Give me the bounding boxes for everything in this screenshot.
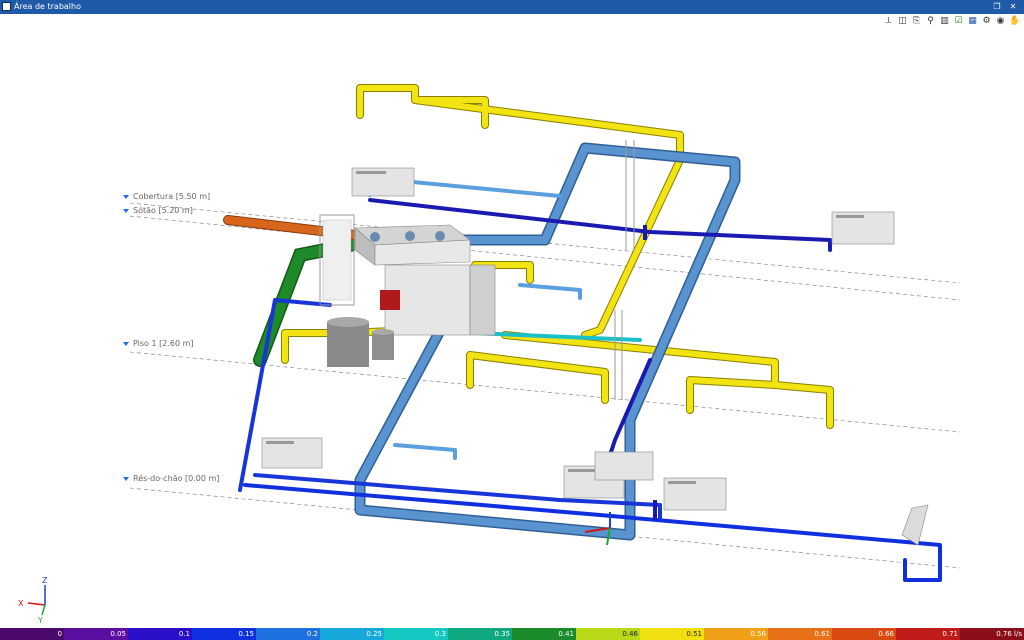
legend-stop: 0.46 — [576, 628, 640, 640]
legend-stop: 0.25 — [320, 628, 384, 640]
ac-unit[interactable] — [663, 477, 727, 511]
legend-stop: 0.51 — [640, 628, 704, 640]
axis-gizmo: Z X Y — [18, 576, 48, 625]
legend-stop: 0.56 — [704, 628, 768, 640]
table-icon[interactable]: ▦ — [967, 16, 978, 27]
legend-stop: 0.15 — [192, 628, 256, 640]
legend-stop: 0.66 — [832, 628, 896, 640]
layers-icon[interactable]: ⎘ — [911, 16, 922, 27]
app-icon — [2, 2, 11, 11]
heat-recovery-unit[interactable] — [354, 224, 471, 266]
level-label: Cobertura [5.50 m] — [133, 192, 210, 201]
level-lines — [129, 202, 961, 569]
level-label: Sótão [5.20 m] — [133, 205, 193, 215]
legend-stop: 0.71 — [896, 628, 960, 640]
axis-x-label: X — [18, 599, 24, 608]
settings-icon[interactable]: ⚙ — [981, 16, 992, 27]
ac-unit[interactable] — [351, 167, 415, 197]
ac-unit[interactable] — [594, 451, 654, 481]
level-marker-sotao: Sótão [5.20 m] — [123, 205, 193, 215]
model-viewport[interactable]: Cobertura [5.50 m] Sótão [5.20 m] Piso 1… — [0, 28, 1024, 628]
axis-z-label: Z — [42, 576, 48, 585]
level-marker-cobertura: Cobertura [5.50 m] — [123, 192, 210, 201]
legend-stop: 0.1 — [128, 628, 192, 640]
ac-unit[interactable] — [261, 437, 323, 469]
view-toolbar: ⟂ ◫ ⎘ ⚲ ▥ ☑ ▦ ⚙ ◉ ✋ — [883, 16, 1020, 28]
panel-icon[interactable]: ▥ — [939, 16, 950, 27]
flow-legend: 0 0.05 0.1 0.15 0.2 0.25 0.3 0.35 0.41 0… — [0, 628, 1024, 640]
legend-stop: 0 — [0, 628, 64, 640]
water-tank[interactable] — [327, 317, 394, 367]
boiler-body[interactable] — [380, 264, 496, 336]
check-icon[interactable]: ☑ — [953, 16, 964, 27]
hand-icon[interactable]: ✋ — [1009, 16, 1020, 27]
axis-y-label: Y — [37, 616, 43, 625]
level-marker-piso1: Piso 1 [2.60 m] — [123, 339, 194, 348]
legend-stop: 0.05 — [64, 628, 128, 640]
legend-stop: 0.41 — [512, 628, 576, 640]
eye-icon[interactable]: ◉ — [995, 16, 1006, 27]
legend-stop: 0.61 — [768, 628, 832, 640]
axes-icon[interactable]: ⟂ — [883, 16, 894, 27]
level-marker-res-do-chao: Rés-do-chão [0.00 m] — [123, 473, 219, 483]
legend-stop: 0.3 — [384, 628, 448, 640]
level-label: Piso 1 [2.60 m] — [133, 339, 194, 348]
title-bar: Área de trabalho ❐ ✕ — [0, 0, 1024, 14]
ac-unit[interactable] — [831, 211, 895, 245]
level-label: Rés-do-chão [0.00 m] — [133, 473, 219, 483]
ac-unit-wall[interactable] — [901, 504, 929, 546]
restore-button[interactable]: ❐ — [990, 1, 1004, 13]
legend-stop: 0.35 — [448, 628, 512, 640]
legend-stop: 0.2 — [256, 628, 320, 640]
cube-icon[interactable]: ◫ — [897, 16, 908, 27]
close-button[interactable]: ✕ — [1006, 1, 1020, 13]
radiator-panel[interactable] — [319, 214, 355, 306]
view-icon[interactable]: ⚲ — [925, 16, 936, 27]
window-title: Área de trabalho — [14, 2, 81, 11]
legend-stop-last: 0.76 l/s — [960, 628, 1024, 640]
